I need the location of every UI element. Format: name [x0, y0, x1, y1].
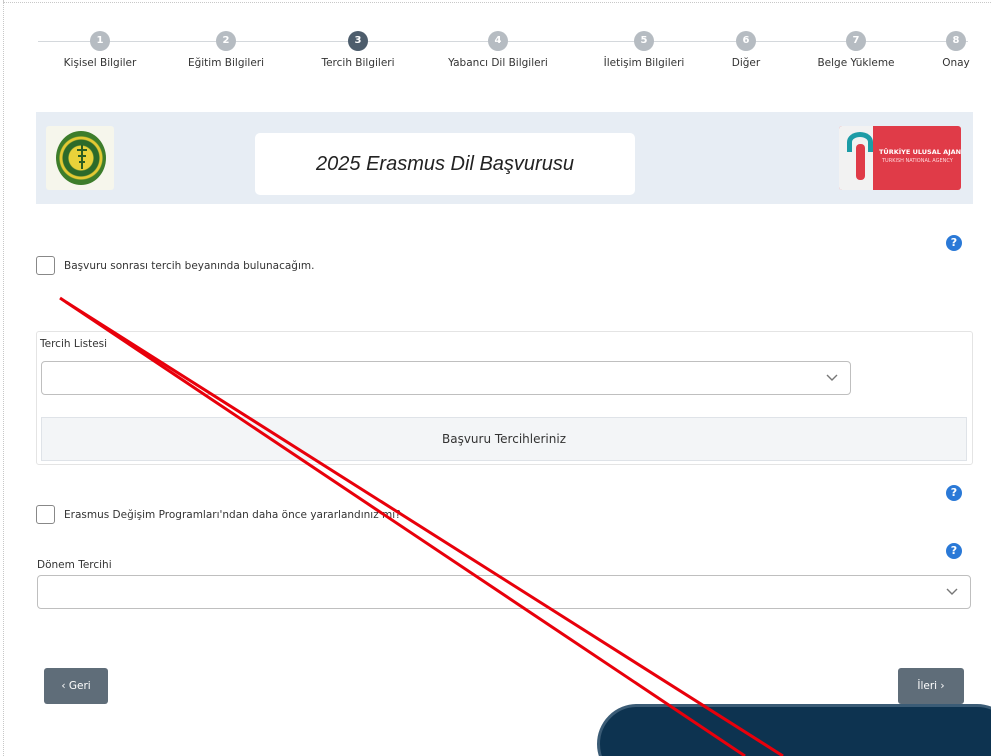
step-6-label: Diğer — [731, 57, 761, 69]
tercih-panel: Tercih Listesi Başvuru Tercihleriniz — [36, 331, 973, 465]
university-seal-icon — [56, 131, 106, 185]
step-8-label: Onay — [942, 57, 970, 69]
national-agency-figure-icon — [847, 130, 873, 186]
step-6-number: 6 — [736, 31, 756, 51]
step-2-label: Eğitim Bilgileri — [187, 57, 265, 69]
seal-tree-icon — [77, 145, 87, 169]
step-1-number: 1 — [90, 31, 110, 51]
step-1[interactable]: 1 Kişisel Bilgiler — [62, 31, 138, 69]
tercih-list-label: Tercih Listesi — [40, 338, 108, 350]
help-icon[interactable]: ? — [946, 485, 962, 501]
tercih-later-checkbox[interactable] — [36, 256, 55, 275]
page-title: 2025 Erasmus Dil Başvurusu — [316, 152, 574, 175]
donem-select[interactable] — [37, 575, 971, 609]
step-2[interactable]: 2 Eğitim Bilgileri — [186, 31, 266, 69]
page-border-top — [3, 2, 991, 3]
back-button[interactable]: ‹ Geri — [44, 668, 108, 704]
step-3[interactable]: 3 Tercih Bilgileri — [318, 31, 398, 69]
application-banner: 2025 Erasmus Dil Başvurusu TÜRKİYE ULUSA… — [36, 112, 973, 204]
help-icon[interactable]: ? — [946, 543, 962, 559]
tooltip-overlay — [597, 704, 991, 756]
step-1-label: Kişisel Bilgiler — [63, 57, 137, 69]
progress-stepper: 1 Kişisel Bilgiler 2 Eğitim Bilgileri 3 … — [0, 31, 991, 71]
step-3-label: Tercih Bilgileri — [321, 57, 395, 69]
tercih-list-select[interactable] — [41, 361, 851, 395]
donem-label: Dönem Tercihi — [37, 559, 112, 571]
step-7-label: Belge Yükleme — [817, 57, 895, 69]
step-8-number: 8 — [946, 31, 966, 51]
chevron-down-icon — [826, 374, 838, 381]
logo-wordmark: TÜRKİYE ULUSAL AJANSI — [879, 148, 961, 156]
step-5-number: 5 — [634, 31, 654, 51]
next-button[interactable]: İleri › — [898, 668, 964, 704]
tercih-later-row: Başvuru sonrası tercih beyanında bulunac… — [36, 256, 314, 275]
erasmus-previous-checkbox[interactable] — [36, 505, 55, 524]
step-2-number: 2 — [216, 31, 236, 51]
national-agency-logo: TÜRKİYE ULUSAL AJANSI TURKISH NATIONAL A… — [839, 126, 961, 190]
tercih-later-label: Başvuru sonrası tercih beyanında bulunac… — [64, 259, 315, 272]
step-7[interactable]: 7 Belge Yükleme — [813, 31, 899, 69]
preferences-header: Başvuru Tercihleriniz — [41, 417, 967, 461]
erasmus-previous-label: Erasmus Değişim Programları'ndan daha ön… — [64, 508, 401, 521]
step-5[interactable]: 5 İletişim Bilgileri — [600, 31, 688, 69]
help-icon[interactable]: ? — [946, 235, 962, 251]
step-5-label: İletişim Bilgileri — [603, 57, 685, 69]
step-3-number: 3 — [348, 31, 368, 51]
step-4-label: Yabancı Dil Bilgileri — [448, 57, 548, 69]
step-4[interactable]: 4 Yabancı Dil Bilgileri — [448, 31, 548, 69]
logo-subtext: TURKISH NATIONAL AGENCY — [882, 158, 953, 164]
step-7-number: 7 — [846, 31, 866, 51]
chevron-down-icon — [946, 588, 958, 595]
university-logo — [46, 126, 114, 190]
step-8[interactable]: 8 Onay — [936, 31, 976, 69]
erasmus-previous-row: Erasmus Değişim Programları'ndan daha ön… — [36, 505, 401, 524]
step-6[interactable]: 6 Diğer — [726, 31, 766, 69]
step-4-number: 4 — [488, 31, 508, 51]
page-border-left — [3, 0, 4, 756]
banner-title-box: 2025 Erasmus Dil Başvurusu — [255, 133, 635, 195]
